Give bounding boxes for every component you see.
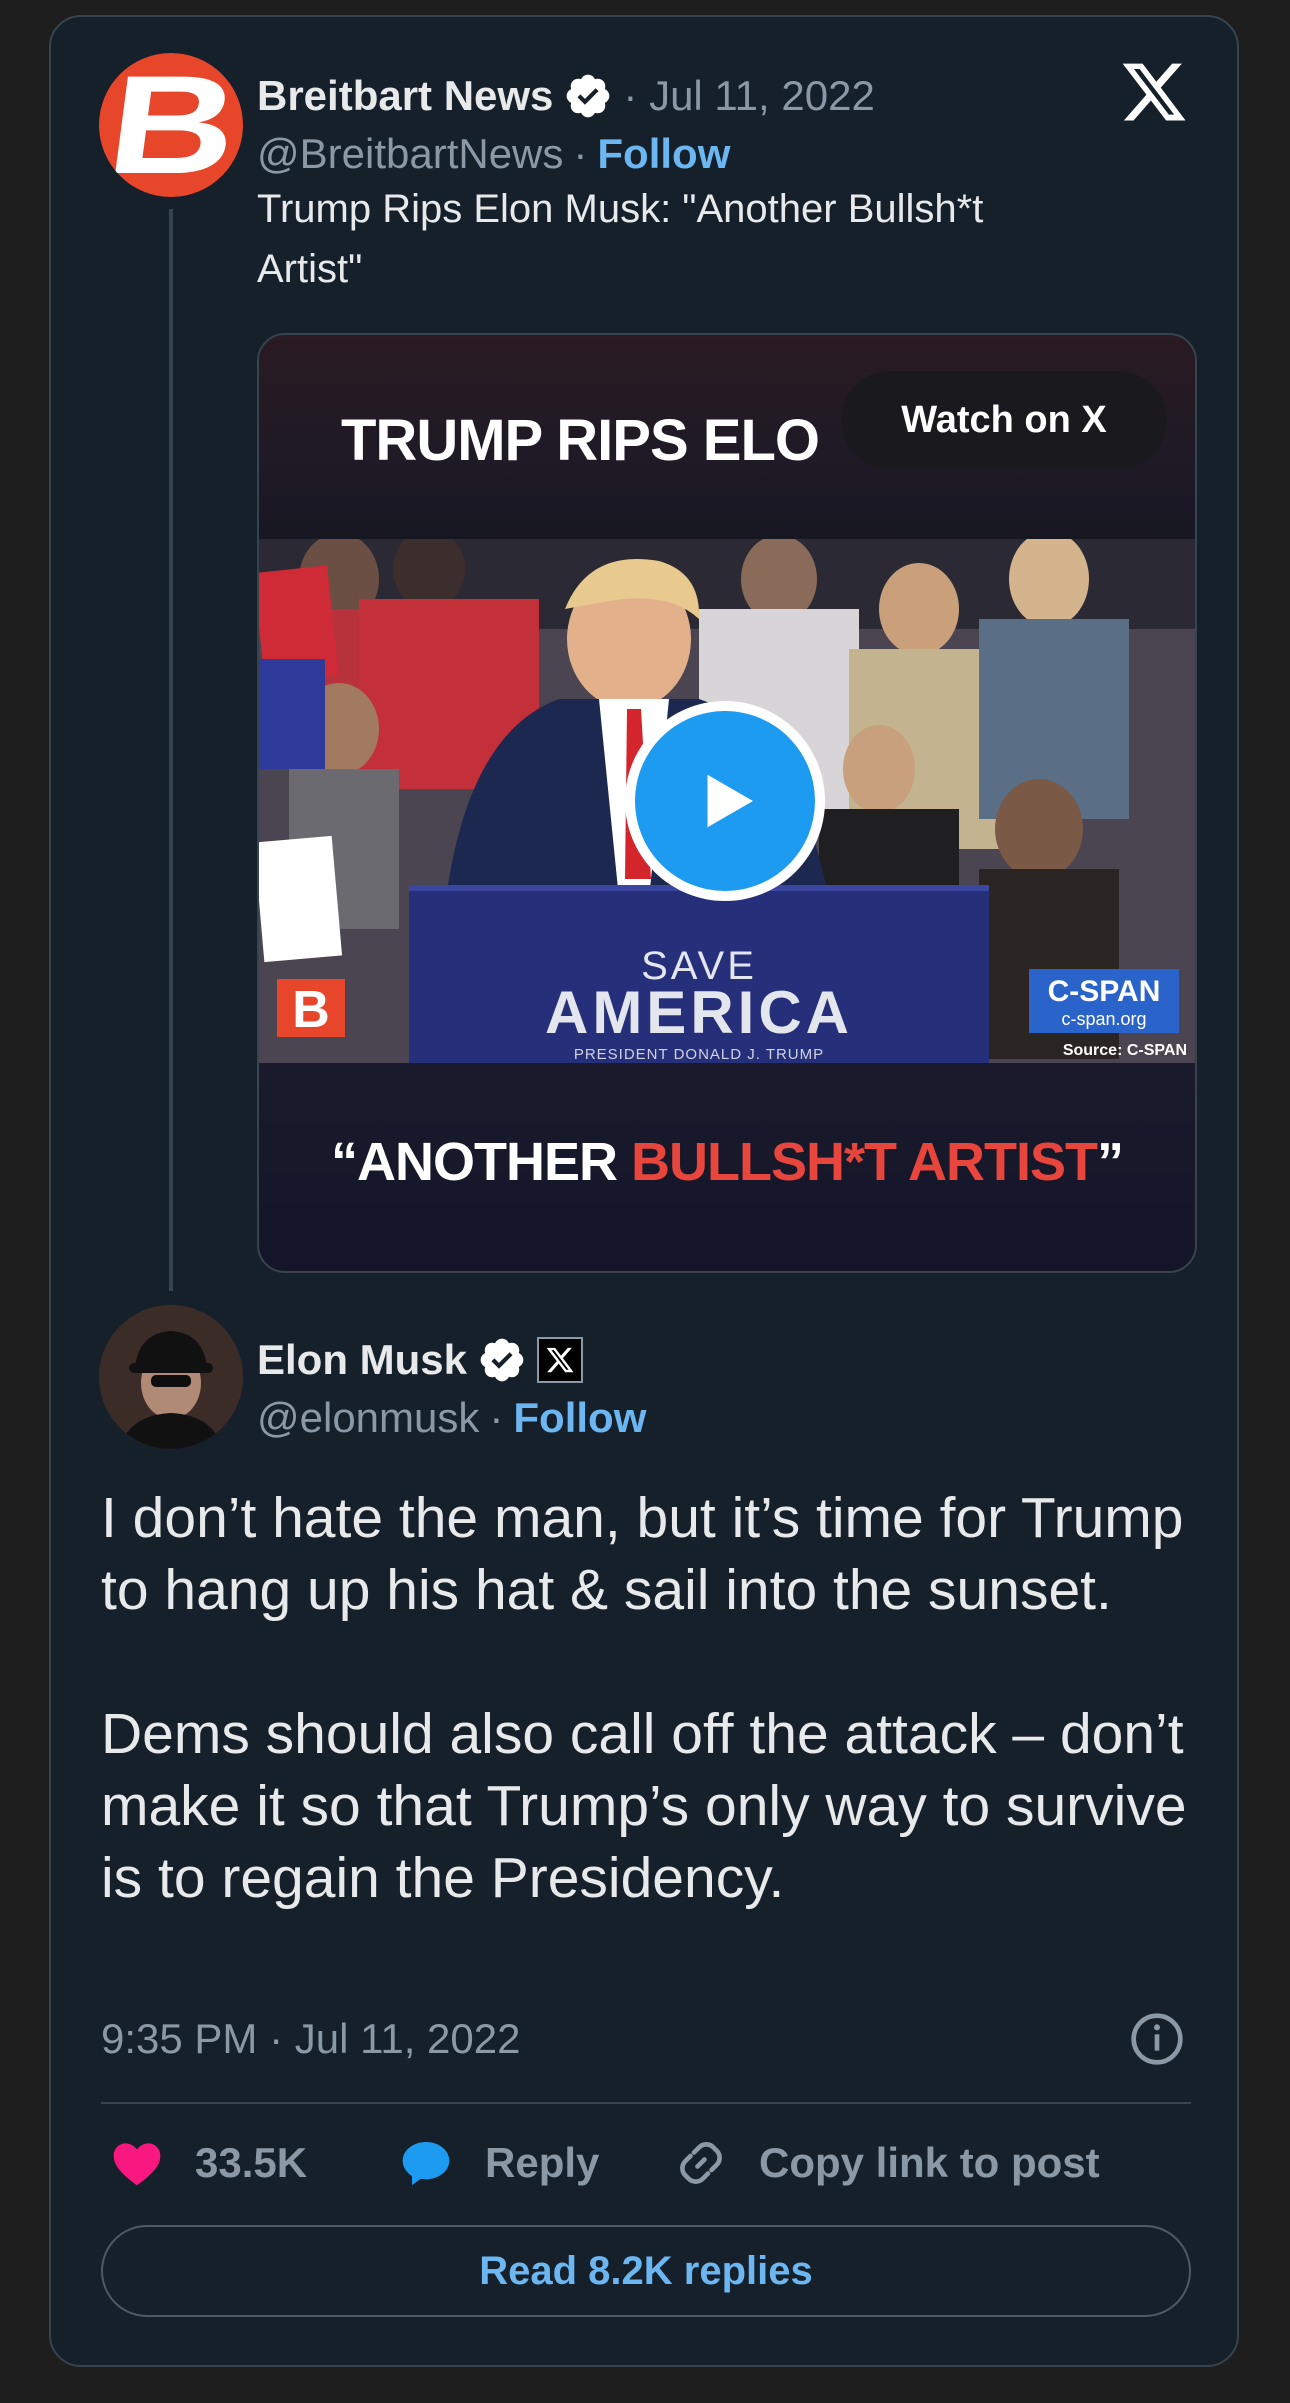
caption-part-white: “ANOTHER [331,1132,632,1192]
reply-label: Reply [485,2139,600,2186]
post-timestamp[interactable]: 9:35 PM · Jul 11, 2022 [101,2015,520,2063]
post-handle[interactable]: @elonmusk [257,1397,479,1439]
post-body: I don’t hate the man, but it’s time for … [101,1482,1201,1914]
cspan-source-text: Source: C-SPAN [1063,1042,1187,1059]
x-logo-icon[interactable] [1119,57,1189,127]
video-bottom-band: “ANOTHER BULLSH*T ARTIST” [259,1063,1195,1271]
post-handle-row: @elonmusk · Follow [257,1397,646,1439]
elon-avatar-image [99,1305,243,1449]
info-icon[interactable] [1129,2011,1185,2067]
verified-badge-icon [480,1338,524,1382]
video-player[interactable]: TRUMP RIPS ELO SAVE AMERICA PRESIDENT DO… [257,333,1197,1273]
post-paragraph-2: Dems should also call off the attack – d… [101,1702,1187,1910]
reply-bubble-icon [402,2142,450,2186]
watch-on-x-button[interactable]: Watch on X [841,371,1167,469]
follow-elon-button[interactable]: Follow [513,1397,646,1439]
play-button[interactable] [625,701,825,901]
podium-america-text: AMERICA [545,979,853,1046]
video-caption: “ANOTHER BULLSH*T ARTIST” [259,1131,1195,1193]
copy-link-button[interactable]: Copy link to post [673,2135,1100,2191]
post-paragraph-1: I don’t hate the man, but it’s time for … [101,1486,1184,1622]
quoted-text-line1: Trump Rips Elon Musk: "Another Bullsh*t [257,187,984,231]
embedded-post-card: B Breitbart News · Jul 11, 2022 @Breitba… [49,15,1239,2367]
reply-button[interactable]: Reply [397,2135,599,2191]
caption-part-red: BULLSH*T ARTIST [631,1132,1098,1192]
quoted-text-line2: Artist" [257,247,363,291]
like-button[interactable]: 33.5K [109,2135,307,2191]
like-count: 33.5K [195,2139,308,2186]
quoted-post-date[interactable]: · Jul 11, 2022 [623,75,874,117]
separator-dot: · [489,1394,504,1441]
play-icon [707,774,753,828]
cspan-url-text: c-span.org [1061,1009,1146,1029]
actions-divider [101,2102,1191,2104]
breitbart-avatar[interactable]: B [99,53,243,197]
quoted-author-row: Breitbart News · Jul 11, 2022 [257,71,875,121]
elon-avatar[interactable] [99,1305,243,1449]
copy-link-label: Copy link to post [759,2139,1100,2186]
x-affiliation-badge-icon[interactable] [537,1337,584,1383]
quoted-handle[interactable]: @BreitbartNews [257,133,563,175]
heart-icon [113,2143,161,2186]
follow-breitbart-button[interactable]: Follow [597,133,730,175]
breitbart-logo-letter: B [100,53,243,197]
video-headline: TRUMP RIPS ELO [341,408,820,473]
caption-close-quote: ” [1096,1132,1124,1192]
verified-badge-icon [567,74,610,118]
post-author-name[interactable]: Elon Musk [257,1339,467,1381]
read-replies-button[interactable]: Read 8.2K replies [101,2225,1191,2317]
thread-connector-line [169,209,173,1291]
quoted-author-name[interactable]: Breitbart News [257,75,553,117]
cspan-name-text: C-SPAN [1048,975,1161,1008]
quoted-handle-row: @BreitbartNews · Follow [257,133,730,175]
video-logo-letter: B [292,981,330,1039]
separator-dot: · [573,130,588,177]
quoted-post-text: Trump Rips Elon Musk: "Another Bullsh*t … [257,179,1157,299]
post-author-row: Elon Musk [257,1335,584,1385]
link-icon [680,2142,722,2184]
podium-name-text: PRESIDENT DONALD J. TRUMP [574,1046,824,1063]
